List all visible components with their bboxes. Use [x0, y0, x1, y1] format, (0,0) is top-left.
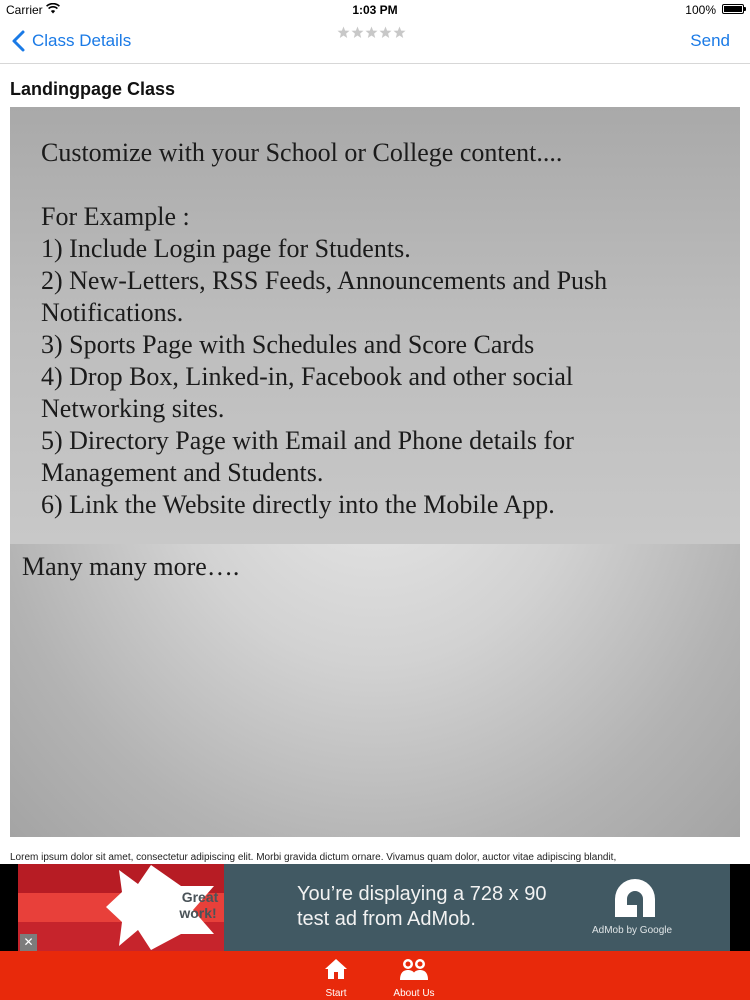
content-line: 2) New-Letters, RSS Feeds, Announcements… — [41, 266, 608, 295]
content-line: 1) Include Login page for Students. — [41, 234, 411, 263]
ad-badge-line-2: work! — [178, 905, 216, 921]
content-line: Customize with your School or College co… — [41, 138, 563, 167]
page-title: Landingpage Class — [10, 79, 176, 99]
content-line: 6) Link the Website directly into the Mo… — [41, 490, 555, 519]
battery-icon — [722, 4, 746, 14]
ad-badge-line-1: Great — [182, 889, 219, 905]
back-button-label: Class Details — [32, 31, 132, 50]
admob-logo-icon — [615, 879, 655, 917]
status-time: 1:03 PM — [352, 3, 398, 17]
content-image: Customize with your School or College co… — [10, 107, 740, 837]
content-line — [41, 169, 607, 201]
rating-stars[interactable] — [337, 26, 406, 39]
star-icon[interactable] — [393, 26, 406, 39]
chevron-left-icon — [12, 30, 25, 52]
navigation-bar: Class Details Send — [0, 20, 750, 64]
content-footer: Many many more…. — [22, 552, 240, 581]
home-icon — [325, 959, 347, 979]
ad-panel: You’re displaying a 728 x 90 test ad fro… — [224, 864, 730, 951]
ad-text-line-1: You’re displaying a 728 x 90 — [297, 883, 547, 905]
ad-close-button[interactable]: ✕ — [20, 934, 37, 951]
people-icon — [400, 959, 428, 980]
battery-percent: 100% — [685, 3, 716, 17]
ad-text: You’re displaying a 728 x 90 test ad fro… — [297, 882, 546, 932]
body-text: Lorem ipsum dolor sit amet, consectetur … — [10, 852, 617, 863]
tab-start[interactable]: Start — [306, 951, 366, 1000]
content-line: Management and Students. — [41, 458, 324, 487]
content-text: Customize with your School or College co… — [41, 137, 607, 521]
tab-bar: Start About Us — [0, 951, 750, 1000]
content-line: 4) Drop Box, Linked-in, Facebook and oth… — [41, 362, 574, 391]
tab-start-label: Start — [325, 988, 347, 999]
back-button[interactable]: Class Details — [10, 29, 131, 53]
content-line: Networking sites. — [41, 394, 225, 423]
star-icon[interactable] — [365, 26, 378, 39]
star-icon[interactable] — [337, 26, 350, 39]
content-line: 3) Sports Page with Schedules and Score … — [41, 330, 535, 359]
star-icon[interactable] — [351, 26, 364, 39]
status-bar: Carrier 1:03 PM 100% — [0, 0, 750, 20]
content-line: For Example : — [41, 202, 190, 231]
content-line: Notifications. — [41, 298, 184, 327]
star-icon[interactable] — [379, 26, 392, 39]
tab-about-us-label: About Us — [393, 988, 435, 999]
send-button[interactable]: Send — [690, 31, 730, 51]
ad-text-line-2: test ad from AdMob. — [297, 908, 476, 930]
badge-star-icon: Great work! — [106, 865, 219, 950]
ad-graphic: Great work! — [18, 864, 224, 951]
content-line: 5) Directory Page with Email and Phone d… — [41, 426, 574, 455]
ad-banner[interactable]: Great work! ✕ You’re displaying a 728 x … — [0, 864, 750, 951]
ad-attribution: AdMob by Google — [592, 925, 673, 936]
tab-about-us[interactable]: About Us — [384, 951, 444, 1000]
